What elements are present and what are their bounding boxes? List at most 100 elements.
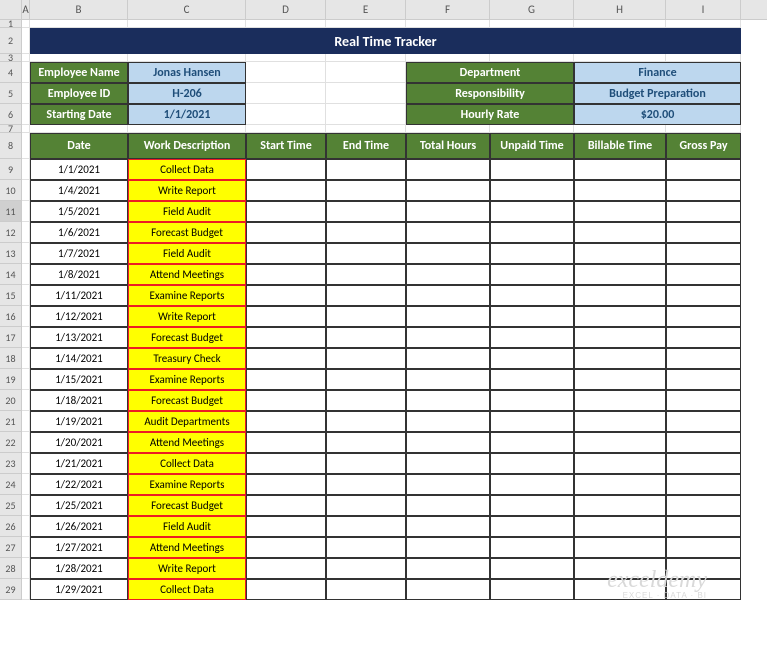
cell-unpaid-time[interactable] <box>490 222 574 243</box>
row-18[interactable]: 18 <box>0 348 22 369</box>
cell-total-hours[interactable] <box>406 306 490 327</box>
cell-end-time[interactable] <box>326 495 406 516</box>
cell-unpaid-time[interactable] <box>490 495 574 516</box>
cell-start-time[interactable] <box>246 222 326 243</box>
row-4[interactable]: 4 <box>0 62 22 83</box>
col-e[interactable]: E <box>326 0 406 19</box>
cell-work-description[interactable]: Forecast Budget <box>128 327 246 348</box>
row-27[interactable]: 27 <box>0 537 22 558</box>
row-20[interactable]: 20 <box>0 390 22 411</box>
cell-unpaid-time[interactable] <box>490 180 574 201</box>
row-1[interactable]: 1 <box>0 20 22 28</box>
cell-date[interactable]: 1/1/2021 <box>30 159 128 180</box>
cell-work-description[interactable]: Field Audit <box>128 243 246 264</box>
cell-start-time[interactable] <box>246 516 326 537</box>
cell-end-time[interactable] <box>326 159 406 180</box>
cell-work-description[interactable]: Examine Reports <box>128 369 246 390</box>
cell-gross-pay[interactable] <box>666 285 741 306</box>
cell-date[interactable]: 1/7/2021 <box>30 243 128 264</box>
cell-end-time[interactable] <box>326 432 406 453</box>
cell-start-time[interactable] <box>246 348 326 369</box>
label-hourly-rate[interactable]: Hourly Rate <box>406 104 574 125</box>
cell-unpaid-time[interactable] <box>490 579 574 600</box>
th-gross-pay[interactable]: Gross Pay <box>666 133 741 159</box>
cell-billable-time[interactable] <box>574 390 666 411</box>
cell-total-hours[interactable] <box>406 369 490 390</box>
cell-gross-pay[interactable] <box>666 243 741 264</box>
cell-work-description[interactable]: Write Report <box>128 558 246 579</box>
cell-total-hours[interactable] <box>406 516 490 537</box>
cell-billable-time[interactable] <box>574 474 666 495</box>
label-starting-date[interactable]: Starting Date <box>30 104 128 125</box>
cell-work-description[interactable]: Attend Meetings <box>128 432 246 453</box>
row-15[interactable]: 15 <box>0 285 22 306</box>
cell-date[interactable]: 1/26/2021 <box>30 516 128 537</box>
cell-end-time[interactable] <box>326 285 406 306</box>
cell-total-hours[interactable] <box>406 579 490 600</box>
cell-end-time[interactable] <box>326 516 406 537</box>
row-26[interactable]: 26 <box>0 516 22 537</box>
cell-total-hours[interactable] <box>406 201 490 222</box>
cell-date[interactable]: 1/14/2021 <box>30 348 128 369</box>
cell-end-time[interactable] <box>326 411 406 432</box>
cell-billable-time[interactable] <box>574 180 666 201</box>
cell-total-hours[interactable] <box>406 264 490 285</box>
label-department[interactable]: Department <box>406 62 574 83</box>
cell-gross-pay[interactable] <box>666 222 741 243</box>
cell-gross-pay[interactable] <box>666 537 741 558</box>
cell-billable-time[interactable] <box>574 201 666 222</box>
col-c[interactable]: C <box>128 0 246 19</box>
cell-unpaid-time[interactable] <box>490 201 574 222</box>
cell-start-time[interactable] <box>246 411 326 432</box>
cell-start-time[interactable] <box>246 327 326 348</box>
cell-total-hours[interactable] <box>406 411 490 432</box>
cell-total-hours[interactable] <box>406 495 490 516</box>
cell-date[interactable]: 1/15/2021 <box>30 369 128 390</box>
cell-billable-time[interactable] <box>574 369 666 390</box>
cell-date[interactable]: 1/28/2021 <box>30 558 128 579</box>
cell-gross-pay[interactable] <box>666 306 741 327</box>
row-11[interactable]: 11 <box>0 201 22 222</box>
cell-work-description[interactable]: Collect Data <box>128 159 246 180</box>
cell-work-description[interactable]: Collect Data <box>128 453 246 474</box>
cell-end-time[interactable] <box>326 327 406 348</box>
cell-work-description[interactable]: Forecast Budget <box>128 495 246 516</box>
cell-start-time[interactable] <box>246 369 326 390</box>
cell-total-hours[interactable] <box>406 327 490 348</box>
cell-end-time[interactable] <box>326 348 406 369</box>
cell-start-time[interactable] <box>246 159 326 180</box>
cell-billable-time[interactable] <box>574 222 666 243</box>
row-28[interactable]: 28 <box>0 558 22 579</box>
row-9[interactable]: 9 <box>0 159 22 180</box>
cell-unpaid-time[interactable] <box>490 516 574 537</box>
cell-unpaid-time[interactable] <box>490 411 574 432</box>
cell-work-description[interactable]: Examine Reports <box>128 474 246 495</box>
th-billable-time[interactable]: Billable Time <box>574 133 666 159</box>
cell-end-time[interactable] <box>326 243 406 264</box>
row-13[interactable]: 13 <box>0 243 22 264</box>
cell-unpaid-time[interactable] <box>490 537 574 558</box>
col-g[interactable]: G <box>490 0 574 19</box>
cell-billable-time[interactable] <box>574 306 666 327</box>
cell-work-description[interactable]: Attend Meetings <box>128 537 246 558</box>
cell-start-time[interactable] <box>246 390 326 411</box>
cell-date[interactable]: 1/22/2021 <box>30 474 128 495</box>
value-responsibility[interactable]: Budget Preparation <box>574 83 741 104</box>
cell-gross-pay[interactable] <box>666 369 741 390</box>
cell-billable-time[interactable] <box>574 516 666 537</box>
cell-total-hours[interactable] <box>406 222 490 243</box>
cell-billable-time[interactable] <box>574 327 666 348</box>
cell-billable-time[interactable] <box>574 264 666 285</box>
row-3[interactable]: 3 <box>0 54 22 62</box>
cell-total-hours[interactable] <box>406 474 490 495</box>
row-10[interactable]: 10 <box>0 180 22 201</box>
cell-unpaid-time[interactable] <box>490 369 574 390</box>
cell-start-time[interactable] <box>246 474 326 495</box>
cell-gross-pay[interactable] <box>666 264 741 285</box>
col-h[interactable]: H <box>574 0 666 19</box>
cell-billable-time[interactable] <box>574 285 666 306</box>
cell-gross-pay[interactable] <box>666 432 741 453</box>
cell-gross-pay[interactable] <box>666 327 741 348</box>
cell-work-description[interactable]: Collect Data <box>128 579 246 600</box>
cell-unpaid-time[interactable] <box>490 306 574 327</box>
